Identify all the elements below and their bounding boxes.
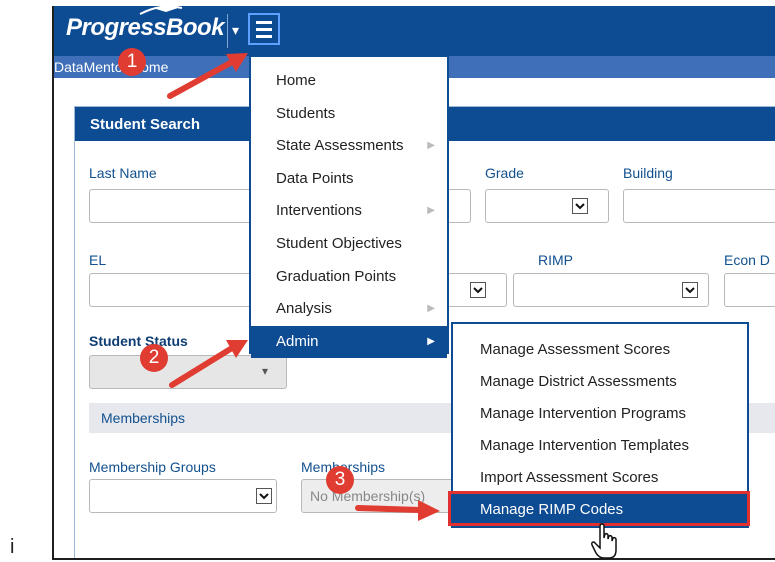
- econ-select[interactable]: [724, 273, 775, 307]
- menu-item-admin[interactable]: Admin ▶: [251, 325, 447, 358]
- building-label: Building: [623, 165, 673, 181]
- menu-item-label: Home: [276, 72, 317, 89]
- submenu-item-manage-intervention-templates[interactable]: Manage Intervention Templates: [453, 430, 747, 462]
- grade-label: Grade: [485, 165, 524, 181]
- submenu-arrow-icon: ▶: [427, 303, 435, 315]
- menu-item-student-objectives[interactable]: Student Objectives: [251, 228, 447, 260]
- step-badge-3: 3: [326, 466, 354, 494]
- el-label: EL: [89, 252, 107, 268]
- student-status-label: Student Status: [89, 333, 188, 349]
- rimp-select[interactable]: [513, 273, 709, 307]
- menu-item-students[interactable]: Students: [251, 98, 447, 130]
- first-name-input[interactable]: [447, 189, 471, 223]
- submenu-item-manage-district-assessments[interactable]: Manage District Assessments: [453, 366, 747, 398]
- submenu-arrow-icon: ▶: [427, 205, 435, 217]
- menu-item-home[interactable]: Home: [251, 65, 447, 97]
- submenu-item-label: Manage District Assessments: [480, 373, 677, 390]
- menu-item-label: Student Objectives: [276, 235, 402, 252]
- submenu-item-manage-assessment-scores[interactable]: Manage Assessment Scores: [453, 334, 747, 366]
- el-select[interactable]: [89, 273, 259, 307]
- menu-item-label: State Assessments: [276, 137, 404, 155]
- menu-item-graduation-points[interactable]: Graduation Points: [251, 261, 447, 293]
- step-badge-2: 2: [140, 344, 168, 372]
- menu-item-label: Students: [276, 104, 336, 122]
- stray-character: i: [10, 536, 15, 558]
- navbar-separator: [227, 14, 228, 48]
- graduation-cap-icon: [139, 6, 183, 15]
- memberships-section-title: Memberships: [101, 410, 186, 426]
- building-select[interactable]: [623, 189, 775, 223]
- submenu-item-manage-intervention-programs[interactable]: Manage Intervention Programs: [453, 398, 747, 430]
- submenu-arrow-icon: ▶: [427, 335, 435, 347]
- student-status-select[interactable]: ▾: [89, 355, 287, 389]
- menu-item-interventions[interactable]: Interventions ▶: [251, 195, 447, 227]
- step-badge-1: 1: [118, 48, 146, 76]
- chevron-down-icon[interactable]: [572, 198, 588, 214]
- menu-item-label: Admin: [276, 332, 319, 350]
- caret-down-icon[interactable]: ▾: [232, 22, 239, 39]
- menu-item-state-assessments[interactable]: State Assessments ▶: [251, 130, 447, 162]
- rimp-label: RIMP: [538, 252, 573, 268]
- last-name-label: Last Name: [89, 165, 157, 181]
- panel-title: Student Search: [90, 116, 201, 133]
- nav-dropdown-menu: Home Students State Assessments ▶ Data Point…: [249, 55, 449, 358]
- menu-item-label: Data Points: [276, 169, 354, 187]
- breadcrumb[interactable]: DataMentor Home: [54, 59, 168, 75]
- chevron-down-icon[interactable]: [470, 282, 486, 298]
- hidden-select[interactable]: [447, 273, 507, 307]
- highlight-box: [448, 491, 750, 526]
- chevron-down-icon[interactable]: [256, 488, 272, 504]
- membership-groups-label: Membership Groups: [89, 459, 216, 475]
- membership-groups-select[interactable]: [89, 479, 277, 513]
- memberships-input[interactable]: No Membership(s): [301, 479, 461, 513]
- econ-label: Econ D: [724, 252, 770, 268]
- submenu-item-import-assessment-scores[interactable]: Import Assessment Scores: [453, 462, 747, 494]
- submenu-item-label: Import Assessment Scores: [480, 469, 659, 486]
- hamburger-menu-icon[interactable]: [248, 13, 280, 45]
- grade-select[interactable]: [485, 189, 609, 223]
- chevron-down-icon[interactable]: [682, 282, 698, 298]
- menu-item-analysis[interactable]: Analysis ▶: [251, 293, 447, 325]
- caret-down-icon[interactable]: ▾: [262, 364, 268, 378]
- menu-item-label: Analysis: [276, 300, 332, 318]
- submenu-item-label: Manage Intervention Programs: [480, 405, 686, 422]
- menu-item-data-points[interactable]: Data Points: [251, 163, 447, 195]
- memberships-placeholder: No Membership(s): [310, 488, 426, 504]
- last-name-input[interactable]: [89, 189, 259, 223]
- app-logo[interactable]: ProgressBook: [66, 6, 225, 42]
- menu-item-label: Interventions: [276, 202, 362, 220]
- menu-item-label: Graduation Points: [276, 267, 397, 285]
- top-navbar: ProgressBook ▾: [54, 6, 775, 56]
- submenu-arrow-icon: ▶: [427, 140, 435, 152]
- submenu-item-label: Manage Assessment Scores: [480, 341, 671, 358]
- submenu-item-label: Manage Intervention Templates: [480, 437, 690, 454]
